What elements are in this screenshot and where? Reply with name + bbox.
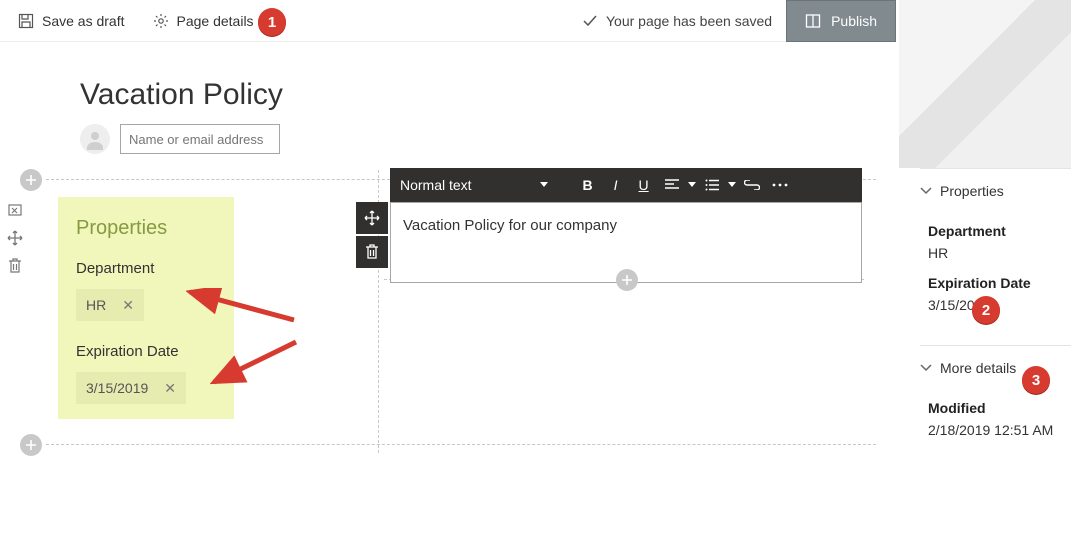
- department-value: HR: [86, 297, 106, 313]
- save-icon: [18, 13, 34, 29]
- page-details-label: Page details: [177, 13, 254, 29]
- expiration-date-chip[interactable]: 3/15/2019 ✕: [76, 372, 186, 404]
- text-style-label: Normal text: [400, 177, 472, 193]
- edit-icon[interactable]: [1, 196, 29, 224]
- text-style-select[interactable]: Normal text: [400, 177, 558, 193]
- rte-toolbar: Normal text B I U: [390, 168, 862, 202]
- align-button[interactable]: [658, 171, 686, 199]
- panel-department-value: HR: [928, 245, 1071, 261]
- department-label: Department: [76, 260, 216, 277]
- annotation-callout-3: 3: [1022, 366, 1050, 394]
- page-title[interactable]: Vacation Policy: [80, 78, 283, 112]
- add-section-button[interactable]: [20, 434, 42, 456]
- annotation-callout-1: 1: [258, 8, 286, 36]
- panel-modified-value: 2/18/2019 12:51 AM: [928, 422, 1071, 438]
- save-as-draft-button[interactable]: Save as draft: [0, 0, 135, 42]
- add-section-button[interactable]: [20, 169, 42, 191]
- italic-button[interactable]: I: [602, 171, 630, 199]
- gear-icon: [153, 13, 169, 29]
- list-caret-icon[interactable]: [726, 171, 738, 199]
- more-button[interactable]: [766, 171, 794, 199]
- move-icon[interactable]: [1, 224, 29, 252]
- expiration-date-value: 3/15/2019: [86, 380, 148, 396]
- page-canvas: Vacation Policy Properties D: [0, 42, 896, 541]
- department-chip[interactable]: HR ✕: [76, 289, 144, 321]
- publish-icon: [805, 13, 821, 29]
- annotation-arrow: [210, 338, 300, 386]
- saved-status-label: Your page has been saved: [606, 13, 772, 29]
- remove-chip-icon[interactable]: ✕: [122, 297, 134, 314]
- publish-label: Publish: [831, 13, 877, 29]
- webpart-delete-handle[interactable]: [356, 236, 388, 268]
- properties-webpart-heading: Properties: [76, 217, 216, 240]
- webpart-move-handle[interactable]: [356, 202, 388, 234]
- delete-icon[interactable]: [1, 252, 29, 280]
- expiration-date-label: Expiration Date: [76, 343, 216, 360]
- align-caret-icon[interactable]: [686, 171, 698, 199]
- more-details-section-title: More details: [940, 360, 1016, 376]
- author-input[interactable]: [120, 124, 280, 154]
- chevron-down-icon: [920, 363, 932, 373]
- remove-chip-icon[interactable]: ✕: [164, 380, 176, 397]
- link-button[interactable]: [738, 171, 766, 199]
- author-row: [80, 124, 280, 154]
- annotation-arrow: [186, 288, 296, 324]
- section-divider-bottom: [20, 434, 876, 456]
- properties-section-title: Properties: [940, 183, 1004, 199]
- page-details-button[interactable]: Page details: [135, 0, 264, 42]
- properties-section-toggle[interactable]: Properties: [920, 179, 1071, 209]
- top-toolbar: Save as draft Page details Your page has…: [0, 0, 896, 42]
- add-webpart-button[interactable]: [616, 269, 638, 291]
- save-as-draft-label: Save as draft: [42, 13, 125, 29]
- chevron-down-icon: [920, 186, 932, 196]
- webpart-tool-rail: [0, 196, 30, 280]
- panel-department-label: Department: [928, 223, 1071, 239]
- panel-modified-label: Modified: [928, 400, 1071, 416]
- publish-button[interactable]: Publish: [786, 0, 896, 42]
- saved-status: Your page has been saved: [582, 13, 786, 29]
- annotation-callout-2: 2: [972, 296, 1000, 324]
- bold-button[interactable]: B: [574, 171, 602, 199]
- list-button[interactable]: [698, 171, 726, 199]
- check-icon: [582, 13, 598, 29]
- page-thumbnail: [899, 0, 1071, 168]
- underline-button[interactable]: U: [630, 171, 658, 199]
- text-webpart: Normal text B I U: [390, 168, 862, 283]
- panel-expiration-label: Expiration Date: [928, 275, 1071, 291]
- avatar-icon: [80, 124, 110, 154]
